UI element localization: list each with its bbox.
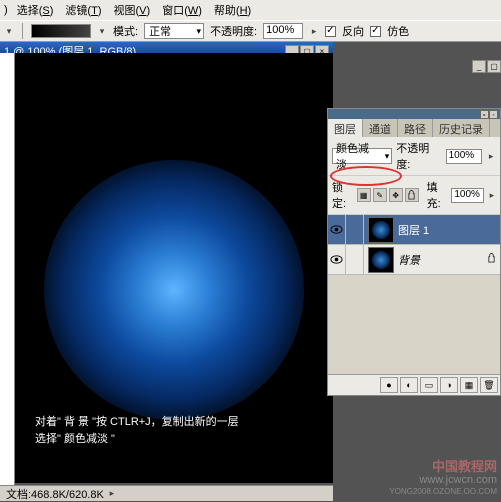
panel-close-icon[interactable]: × [489,110,498,119]
menu-window[interactable]: 窗口(W) [156,0,208,20]
layer-thumb-1 [368,217,394,243]
menu-leading: ) [4,4,8,16]
link-col-bg[interactable] [346,245,364,275]
layer-name-1[interactable]: 图层 1 [398,222,429,238]
menu-help[interactable]: 帮助(H) [208,0,257,20]
lock-icon [487,253,496,266]
panel-opacity-label: 不透明度: [396,140,441,172]
new-group-button[interactable]: ▭ [420,377,438,393]
layers-panel: ▸ × 图层 通道 路径 历史记录 颜色减淡 不透明度: 100%▸ 锁定: ▦… [327,108,501,396]
menu-view[interactable]: 视图(V) [108,0,157,20]
fill-input[interactable]: 100% [451,188,483,203]
opacity-input[interactable]: 100% [263,23,303,39]
adjustment-layer-button[interactable]: ◑ [440,377,458,393]
lock-position-icon[interactable]: ✥ [389,188,403,202]
layer-mask-button[interactable]: ◐ [400,377,418,393]
status-bar: 文档:468.8K/620.8K ▸ [0,485,333,501]
tab-channels[interactable]: 通道 [363,119,398,137]
mode-label: 模式: [113,23,138,39]
layer-name-bg[interactable]: 背景 [398,252,420,268]
opacity-label: 不透明度: [210,23,257,39]
new-layer-button[interactable]: ▦ [460,377,478,393]
mode-select[interactable]: 正常 [144,23,204,39]
visibility-toggle-bg[interactable] [328,245,346,275]
layer-style-button[interactable]: ● [380,377,398,393]
menu-filter[interactable]: 滤镜(T) [59,0,107,20]
radial-glow-artwork [44,160,304,420]
lock-transparent-icon[interactable]: ▦ [357,188,371,202]
tab-layers[interactable]: 图层 [328,119,363,137]
layer-row-bg[interactable]: 背景 [328,245,500,275]
lock-pixels-icon[interactable]: ✎ [373,188,387,202]
watermark: 中国教程网 www.jcwcn.com YONG2008.OZONE.OO.CO… [389,459,497,497]
lock-all-icon[interactable] [405,188,419,202]
tool-preset-dropdown[interactable]: ▾ [4,26,14,36]
tab-history[interactable]: 历史记录 [433,119,490,137]
visibility-toggle-1[interactable] [328,215,346,245]
workspace-minimize[interactable]: _ [472,60,486,73]
opacity-slider-toggle[interactable]: ▸ [309,26,319,36]
fill-slider[interactable]: ▸ [488,190,496,200]
panel-opacity-slider[interactable]: ▸ [486,151,496,161]
layers-empty-area [328,275,500,375]
link-col-1[interactable] [346,215,364,245]
dither-checkbox[interactable] [370,26,381,37]
document-canvas[interactable]: 对着" 背 景 "按 CTLR+J，复制出新的一层 选择" 颜色减淡 " [15,53,333,483]
tab-paths[interactable]: 路径 [398,119,433,137]
fill-label: 填充: [427,179,448,211]
dither-label: 仿色 [387,23,409,39]
gradient-dropdown[interactable]: ▾ [97,26,107,36]
gradient-preview[interactable] [31,24,91,38]
reverse-checkbox[interactable] [325,26,336,37]
workspace-restore[interactable]: ▢ [487,60,501,73]
delete-layer-button[interactable]: 🗑 [480,377,498,393]
vertical-ruler [0,53,15,501]
panel-opacity-input[interactable]: 100% [446,149,483,164]
layer-row-1[interactable]: 图层 1 [328,215,500,245]
layer-thumb-bg [368,247,394,273]
lock-label: 锁定: [332,179,353,211]
panel-menu-icon[interactable]: ▸ [480,110,489,119]
reverse-label: 反向 [342,23,364,39]
blend-mode-select[interactable]: 颜色减淡 [332,148,392,164]
tutorial-caption: 对着" 背 景 "按 CTLR+J，复制出新的一层 选择" 颜色减淡 " [35,414,239,449]
menu-select[interactable]: 选择(S) [11,0,60,20]
